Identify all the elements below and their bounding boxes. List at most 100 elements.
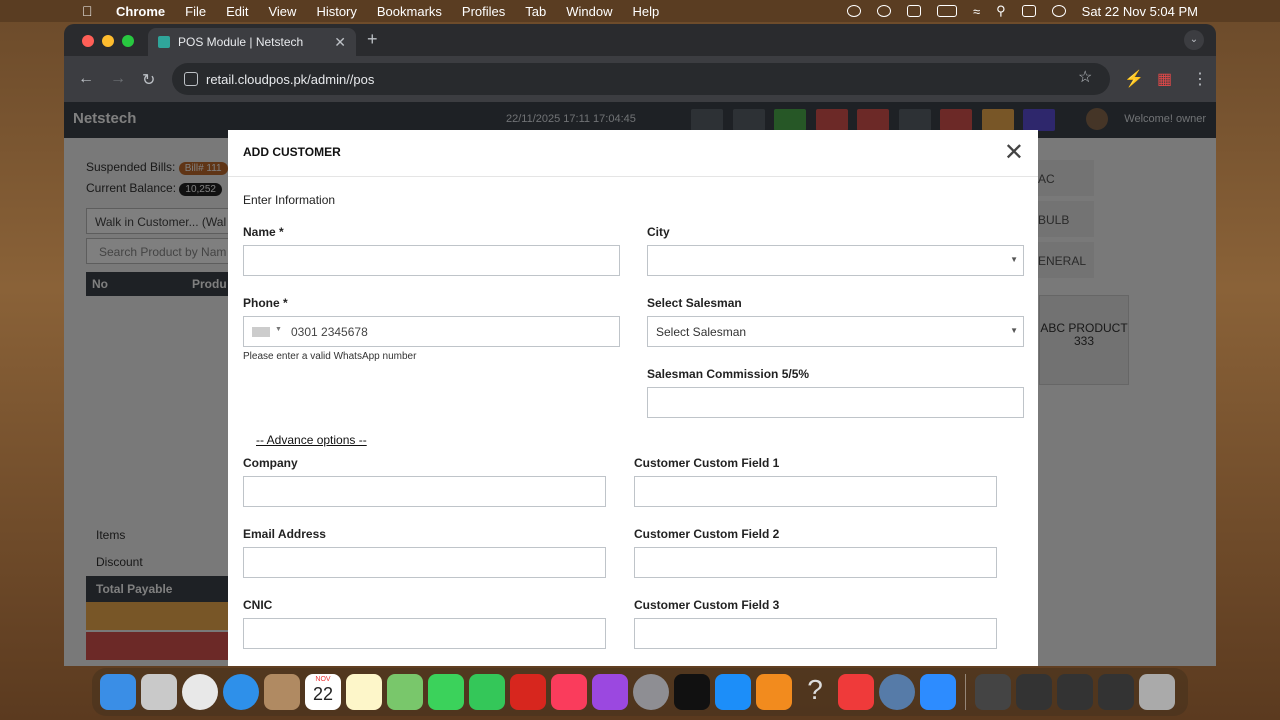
modal-divider [228,176,1038,177]
web-page: Netstech 22/11/2025 17:11 17:04:45 Welco… [64,102,1216,666]
menu-bookmarks[interactable]: Bookmarks [377,4,442,19]
recent-window-2-icon[interactable] [1016,674,1052,710]
extension-icon[interactable]: ⚡ [1124,69,1144,89]
messages-icon[interactable] [428,674,464,710]
zoom-window-button[interactable] [122,35,134,47]
podcasts-icon[interactable] [592,674,628,710]
facetime-icon[interactable] [469,674,505,710]
city-select[interactable]: ▼ [647,245,1024,276]
safari-icon[interactable] [223,674,259,710]
zoom-icon[interactable] [920,674,956,710]
email-label: Email Address [243,527,326,541]
music-icon[interactable] [551,674,587,710]
menu-history[interactable]: History [316,4,356,19]
menu-file[interactable]: File [185,4,206,19]
advance-options-link[interactable]: -- Advance options -- [256,433,367,447]
menu-window[interactable]: Window [566,4,612,19]
site-favicon-icon [158,36,170,48]
books-icon[interactable] [756,674,792,710]
browser-tab[interactable]: POS Module | Netstech ✕ [148,28,356,56]
modal-title: ADD CUSTOMER [243,145,341,159]
custom-field-3-label: Customer Custom Field 3 [634,598,780,612]
launchpad-icon[interactable] [141,674,177,710]
salesman-select[interactable]: Select Salesman ▼ [647,316,1024,347]
anydesk-icon[interactable] [838,674,874,710]
phone-field[interactable]: ▼ 0301 2345678 [243,316,620,347]
system-settings-icon[interactable] [633,674,669,710]
menu-edit[interactable]: Edit [226,4,248,19]
salesman-value: Select Salesman [656,325,747,339]
notes-icon[interactable] [346,674,382,710]
minimize-window-button[interactable] [102,35,114,47]
dock-separator [965,674,966,710]
close-icon[interactable]: ✕ [1004,141,1024,165]
custom-field-1-label: Customer Custom Field 1 [634,456,780,470]
menu-help[interactable]: Help [633,4,660,19]
quicktime-icon[interactable] [879,674,915,710]
new-tab-icon[interactable]: + [367,29,378,50]
screen-record-icon[interactable] [846,5,861,17]
tab-search-icon[interactable]: ⌄ [1184,30,1204,50]
acrobat-icon[interactable] [510,674,546,710]
section-heading: Enter Information [243,193,336,207]
custom-field-2[interactable] [634,547,997,578]
phone-label: Phone * [243,296,288,310]
apple-tv-icon[interactable] [674,674,710,710]
cnic-field[interactable] [243,618,606,649]
app-store-icon[interactable] [715,674,751,710]
name-label: Name * [243,225,284,239]
close-tab-icon[interactable]: ✕ [334,34,346,51]
apple-icon[interactable]:  [82,3,100,19]
reload-icon[interactable]: ↻ [142,70,155,90]
trash-icon[interactable] [1139,674,1175,710]
keyboard-icon[interactable] [906,5,921,17]
site-info-icon[interactable] [184,72,198,86]
back-icon[interactable]: ← [78,70,94,88]
close-window-button[interactable] [82,35,94,47]
recent-window-4-icon[interactable] [1098,674,1134,710]
country-flag-icon[interactable] [252,327,270,337]
forward-icon[interactable]: → [110,70,126,88]
menu-profiles[interactable]: Profiles [462,4,505,19]
company-field[interactable] [243,476,606,507]
recent-window-3-icon[interactable] [1057,674,1093,710]
siri-icon[interactable] [1051,5,1066,17]
chrome-icon[interactable] [182,674,218,710]
maps-icon[interactable] [387,674,423,710]
city-label: City [647,225,670,239]
menu-tab[interactable]: Tab [525,4,546,19]
recent-window-1-icon[interactable] [975,674,1011,710]
country-dropdown-icon[interactable]: ▼ [275,326,282,333]
salesman-label: Select Salesman [647,296,742,310]
finder-icon[interactable] [100,674,136,710]
commission-field[interactable] [647,387,1024,418]
contacts-icon[interactable] [264,674,300,710]
tab-title: POS Module | Netstech [178,35,304,49]
wifi-icon[interactable]: ≈ [973,4,980,19]
menu-view[interactable]: View [268,4,296,19]
time-machine-icon[interactable] [876,5,891,17]
add-customer-modal: ADD CUSTOMER ✕ Enter Information Name * … [228,130,1038,666]
name-field[interactable] [243,245,620,276]
custom-field-3[interactable] [634,618,997,649]
spotlight-search-icon[interactable]: ⚲ [996,3,1006,19]
url-text: retail.cloudpos.pk/admin//pos [206,71,375,87]
menu-app-name[interactable]: Chrome [116,4,165,19]
battery-icon[interactable] [936,5,957,17]
menu-clock[interactable]: Sat 22 Nov 5:04 PM [1082,4,1198,19]
control-center-icon[interactable] [1021,5,1036,17]
address-bar[interactable]: retail.cloudpos.pk/admin//pos [172,63,1110,95]
extension-red-icon[interactable]: ▦ [1157,69,1172,89]
help-icon[interactable]: ? [797,674,833,710]
browser-window: POS Module | Netstech ✕ + ⌄ ← → ↻ retail… [64,24,1216,666]
custom-field-1[interactable] [634,476,997,507]
chrome-menu-icon[interactable]: ⋮ [1192,69,1208,89]
browser-toolbar: ← → ↻ retail.cloudpos.pk/admin//pos ☆ ⚡ … [64,56,1216,102]
calendar-icon[interactable]: NOV 22 [305,674,341,710]
window-controls [82,35,134,47]
phone-help-text: Please enter a valid WhatsApp number [243,351,417,362]
company-label: Company [243,456,298,470]
calendar-day: 22 [312,684,334,704]
email-field[interactable] [243,547,606,578]
bookmark-star-icon[interactable]: ☆ [1078,67,1092,87]
